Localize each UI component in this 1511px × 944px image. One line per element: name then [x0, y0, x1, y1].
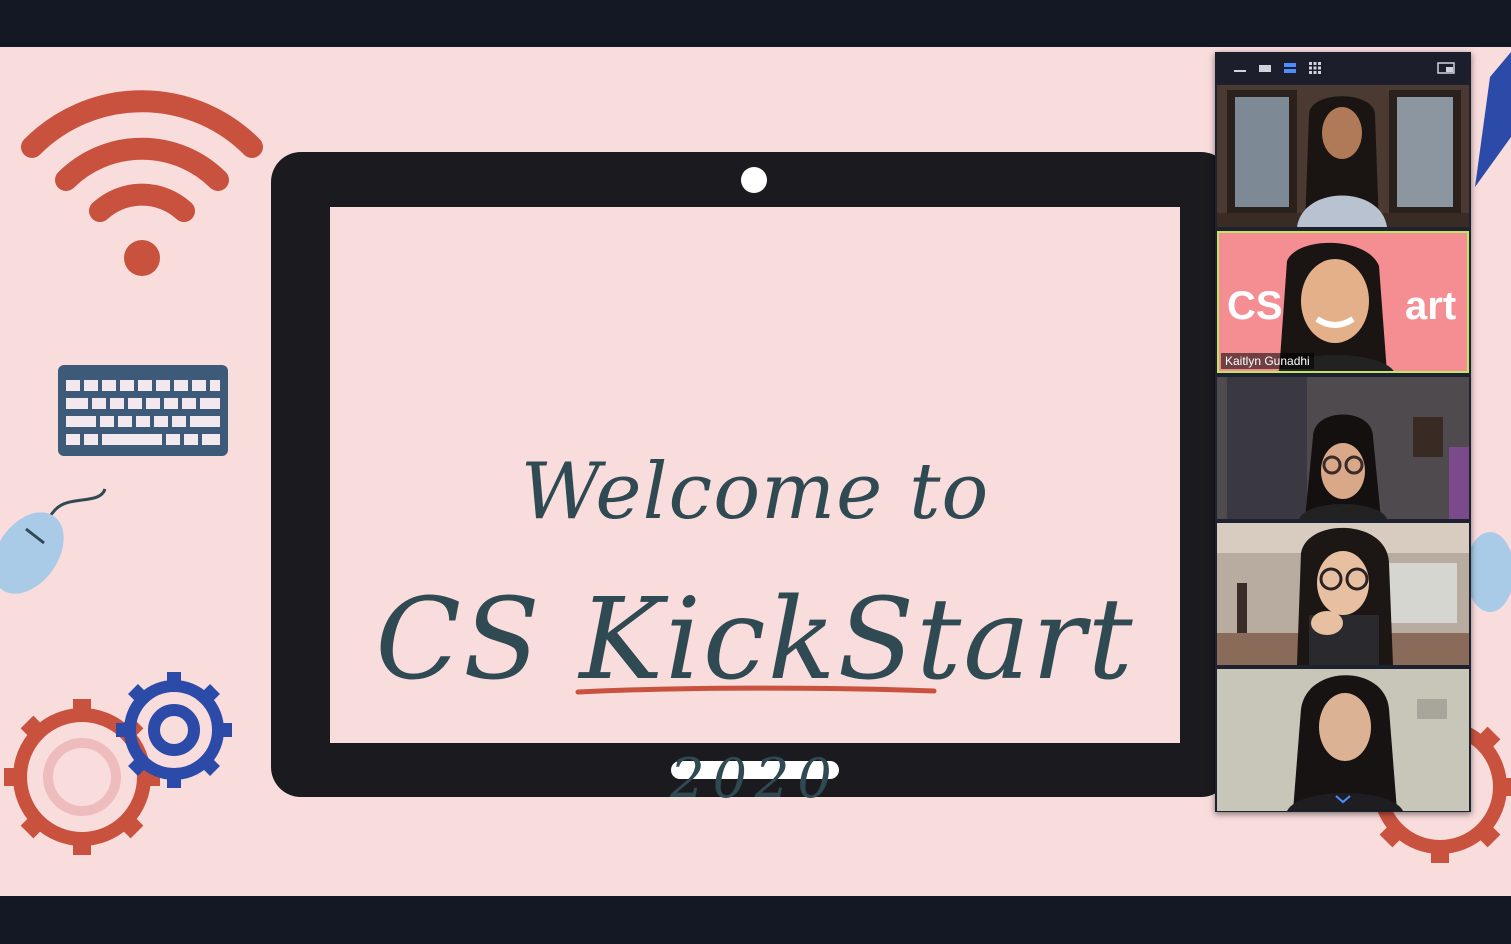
- participant-video-1[interactable]: [1217, 85, 1469, 227]
- top-letterbox: [0, 0, 1511, 47]
- exit-fullscreen-icon[interactable]: [1437, 62, 1455, 74]
- video-feed: [1217, 377, 1469, 519]
- bg-text-right: art: [1405, 284, 1456, 328]
- participant-name: Kaitlyn Gunadhi: [1221, 353, 1314, 369]
- slide-title-line1: Welcome to: [520, 447, 990, 537]
- wifi-icon: [21, 90, 263, 222]
- gear-icon-blue: [116, 672, 232, 788]
- camera-dot: [741, 167, 767, 193]
- mouse-icon-partial: [1466, 532, 1511, 612]
- slide-year: 2020: [670, 747, 840, 810]
- speaker-view-icon[interactable]: [1283, 62, 1297, 74]
- wifi-dot: [124, 240, 160, 276]
- mouse-icon: [0, 488, 107, 594]
- slide-title-line2: CS KickStart: [375, 575, 1135, 705]
- participant-video-2[interactable]: CS art Kaitlyn Gunadhi: [1217, 231, 1469, 373]
- video-feed: [1217, 669, 1469, 811]
- bottom-letterbox: [0, 896, 1511, 944]
- thumbnail-view-icon[interactable]: [1258, 62, 1272, 74]
- participant-video-4[interactable]: [1217, 523, 1469, 665]
- video-feed: CS art: [1217, 231, 1469, 373]
- participant-video-5[interactable]: [1217, 669, 1469, 811]
- bg-text-left: CS: [1227, 284, 1283, 328]
- gallery-toolbar: [1215, 52, 1471, 84]
- participant-video-3[interactable]: [1217, 377, 1469, 519]
- minimize-icon[interactable]: [1233, 62, 1247, 74]
- gallery-view-icon[interactable]: [1308, 62, 1322, 74]
- keyboard-icon: [58, 365, 228, 456]
- chevron-down-icon[interactable]: [1333, 792, 1353, 806]
- video-feed: [1217, 523, 1469, 665]
- video-feed: [1217, 85, 1469, 227]
- video-gallery-panel: CS art Kaitlyn Gunadhi: [1215, 52, 1471, 812]
- pen-icon-partial: [1475, 52, 1511, 187]
